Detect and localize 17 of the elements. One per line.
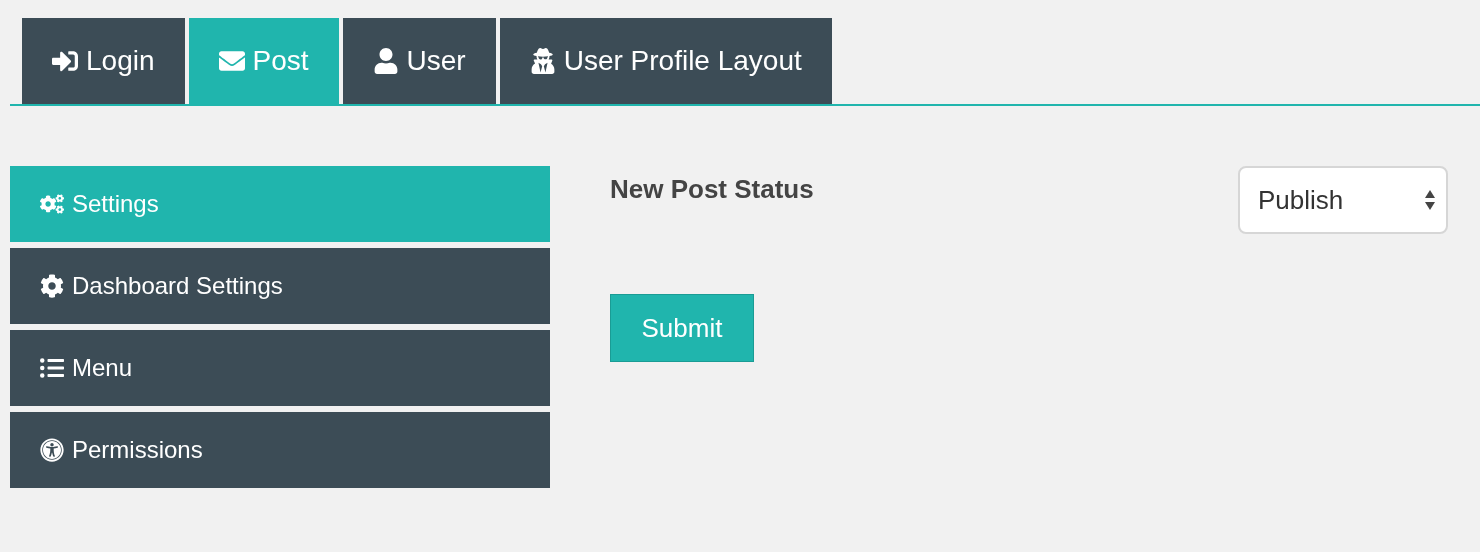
envelope-icon bbox=[218, 48, 245, 74]
spy-icon bbox=[529, 48, 556, 74]
list-icon bbox=[40, 356, 64, 380]
sign-in-icon bbox=[52, 48, 78, 74]
tab[interactable]: User Profile Layout bbox=[499, 18, 832, 104]
field-label: New Post Status bbox=[610, 173, 814, 206]
accessibility-icon bbox=[40, 438, 64, 462]
gears-icon bbox=[40, 192, 64, 216]
sidebar-item[interactable]: Permissions bbox=[10, 412, 550, 488]
sidebar-item[interactable]: Menu bbox=[10, 330, 550, 406]
tab[interactable]: Login bbox=[22, 18, 185, 104]
user-icon bbox=[372, 48, 399, 74]
settings-icon bbox=[40, 274, 64, 298]
status-select[interactable]: Publish bbox=[1238, 166, 1448, 234]
sidebar-item[interactable]: Dashboard Settings bbox=[10, 248, 550, 324]
sort-icon bbox=[1424, 188, 1436, 212]
tab[interactable]: User bbox=[342, 18, 496, 104]
